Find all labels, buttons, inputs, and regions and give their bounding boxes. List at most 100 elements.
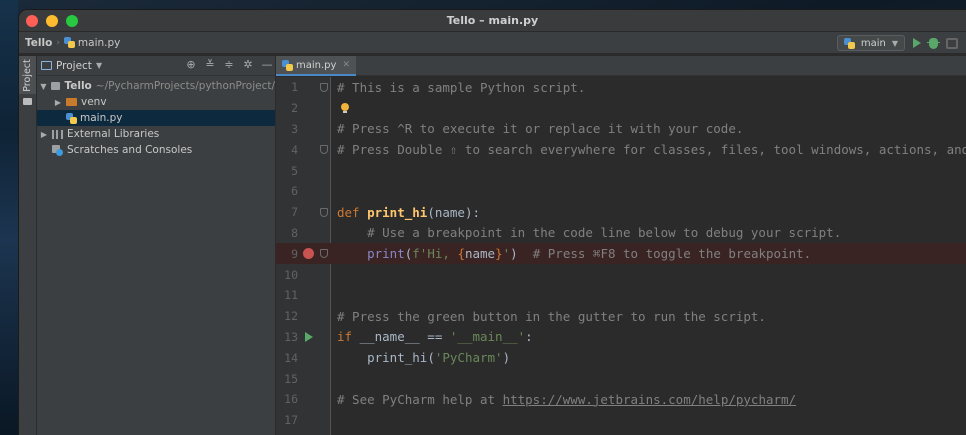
breadcrumb-project[interactable]: Tello: [25, 37, 52, 49]
line-number: 3: [291, 121, 298, 136]
locate-icon[interactable]: ⊕: [185, 58, 197, 71]
line-number: 17: [284, 413, 298, 428]
line-number: 15: [284, 371, 298, 386]
chevron-down-icon: ▼: [891, 38, 898, 48]
help-link[interactable]: https://www.jetbrains.com/help/pycharm/: [503, 392, 797, 407]
code-token: :: [525, 329, 533, 345]
code-line[interactable]: 4 # Press Double ⇧ to search everywhere …: [276, 139, 966, 160]
hide-icon[interactable]: —: [261, 58, 273, 71]
fold-icon[interactable]: [320, 82, 328, 92]
project-tool-tab-label: Project: [22, 58, 34, 92]
code-line-breakpoint[interactable]: 9 print(f'Hi, {name}') # Press ⌘F8 to to…: [276, 243, 966, 265]
code-token: (name):: [427, 204, 481, 220]
breadcrumb-file[interactable]: main.py: [78, 37, 120, 49]
tree-item-label: venv: [81, 96, 107, 108]
line-number: 16: [284, 392, 298, 407]
title-bar: Tello – main.py: [19, 10, 966, 32]
code-line[interactable]: 13 if __name__ == '__main__':: [276, 327, 966, 348]
code-line[interactable]: 8 # Use a breakpoint in the code line be…: [276, 223, 966, 244]
run-configuration-selector[interactable]: main ▼: [836, 35, 905, 51]
line-number: 10: [284, 267, 298, 282]
run-icon[interactable]: [305, 332, 313, 343]
code-line[interactable]: 5: [276, 160, 966, 181]
python-file-icon: [282, 59, 293, 71]
python-file-icon: [63, 37, 75, 48]
run-icon[interactable]: [913, 38, 921, 48]
code-line[interactable]: 14 print_hi('PyCharm'): [276, 347, 966, 368]
fstring-brace: }: [495, 246, 503, 262]
code-text: print(f'Hi, {name}') # Press ⌘F8 to togg…: [337, 246, 811, 261]
code-token: name: [464, 246, 496, 262]
code-text: # This is a sample Python script.: [337, 79, 586, 95]
tree-item-tello[interactable]: ▼ Tello ~/PycharmProjects/pythonProject/: [37, 78, 275, 94]
close-window-button[interactable]: [26, 15, 38, 27]
tree-item-main-py[interactable]: main.py: [37, 110, 275, 126]
breakpoint-icon[interactable]: [303, 248, 314, 260]
lightbulb-icon[interactable]: [340, 102, 349, 114]
code-line[interactable]: 1 # This is a sample Python script.: [276, 77, 966, 98]
code-line[interactable]: 10: [276, 264, 966, 285]
window-controls: [26, 15, 78, 27]
breadcrumb: Tello › main.py: [25, 37, 120, 49]
function-name: print_hi: [367, 204, 428, 220]
line-number: 4: [291, 142, 298, 157]
code-token: __name__ ==: [359, 329, 450, 345]
close-icon[interactable]: ✕: [342, 60, 350, 70]
zoom-window-button[interactable]: [66, 15, 78, 27]
fold-icon[interactable]: [320, 207, 328, 217]
chevron-right-icon[interactable]: ▶: [53, 98, 63, 107]
code-line[interactable]: 6: [276, 181, 966, 202]
code-line[interactable]: 17: [276, 410, 966, 431]
code-text: if __name__ == '__main__':: [337, 329, 533, 344]
code-text: # Use a breakpoint in the code line belo…: [337, 225, 842, 241]
string-literal: f'Hi,: [412, 246, 458, 262]
code-line[interactable]: 15: [276, 368, 966, 389]
code-text: print_hi('PyCharm'): [337, 350, 510, 365]
keyword: def: [337, 204, 368, 220]
chevron-down-icon[interactable]: ▼: [39, 82, 48, 91]
window-title: Tello – main.py: [446, 14, 539, 27]
tree-item-external-libraries[interactable]: ▶ External Libraries: [37, 126, 275, 142]
tree-item-scratches[interactable]: Scratches and Consoles: [37, 142, 275, 158]
folder-icon: [50, 82, 61, 90]
project-tool-tab[interactable]: Project: [19, 56, 36, 94]
line-number: 5: [291, 163, 298, 178]
code-token: print_hi(: [367, 350, 435, 366]
debug-icon[interactable]: [927, 37, 940, 49]
breakpoint-marker[interactable]: [303, 248, 315, 260]
line-number: 7: [291, 205, 298, 220]
builtin-call: print: [367, 246, 405, 262]
tree-item-label: Scratches and Consoles: [67, 144, 193, 156]
ide-window: Tello – main.py Tello › main.py main ▼ P…: [18, 9, 966, 435]
project-tree: ▼ Tello ~/PycharmProjects/pythonProject/…: [37, 76, 275, 158]
code-line[interactable]: 12 # Press the green button in the gutte…: [276, 306, 966, 327]
code-line[interactable]: 3 # Press ^R to execute it or replace it…: [276, 119, 966, 140]
code-text: def print_hi(name):: [337, 205, 480, 220]
project-view-selector[interactable]: Project: [56, 60, 92, 72]
coverage-icon[interactable]: [946, 37, 958, 49]
project-view-icon: [41, 61, 52, 70]
tab-main-py[interactable]: main.py ✕: [276, 56, 356, 76]
chevron-down-icon[interactable]: ▼: [96, 61, 102, 70]
minimize-window-button[interactable]: [46, 15, 58, 27]
collapse-all-icon[interactable]: ≑: [223, 58, 235, 71]
code-line[interactable]: 16 # See PyCharm help at https://www.jet…: [276, 389, 966, 410]
python-icon: [843, 37, 855, 49]
gear-icon[interactable]: ✲: [242, 58, 254, 71]
fold-icon[interactable]: [320, 145, 328, 155]
code-line[interactable]: 2: [276, 98, 966, 119]
python-file-icon: [66, 112, 77, 124]
left-tool-strip: Project: [19, 56, 37, 435]
code-line[interactable]: 11: [276, 285, 966, 306]
code-line[interactable]: 7 def print_hi(name):: [276, 202, 966, 223]
string-literal: '__main__': [449, 329, 526, 345]
code-token: ): [502, 350, 511, 366]
expand-all-icon[interactable]: ≚: [204, 58, 216, 71]
run-gutter-marker[interactable]: [303, 331, 315, 343]
code-text: # Press ^R to execute it or replace it w…: [337, 121, 744, 137]
tree-item-venv[interactable]: ▶ venv: [37, 94, 275, 110]
code-area[interactable]: 1 # This is a sample Python script. 2 3 …: [276, 77, 966, 435]
chevron-right-icon[interactable]: ▶: [39, 130, 49, 139]
fold-icon[interactable]: [320, 249, 328, 259]
